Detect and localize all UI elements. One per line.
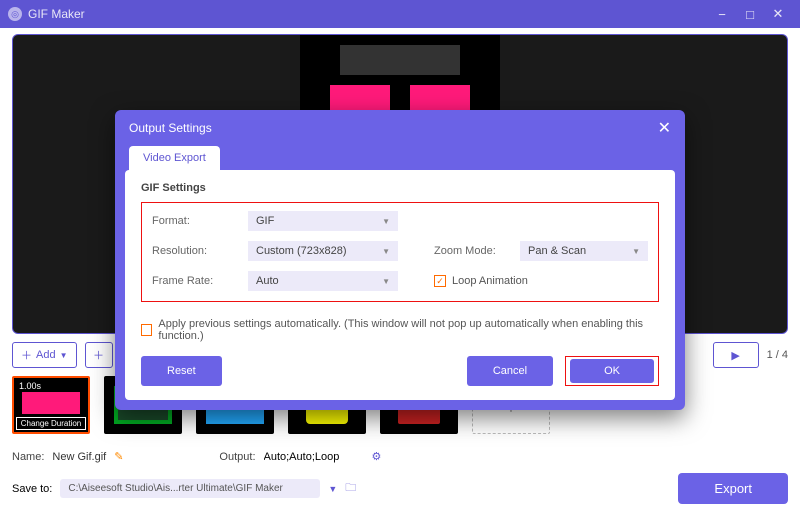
close-window-button[interactable]: ✕ bbox=[764, 6, 792, 22]
maximize-button[interactable]: □ bbox=[736, 7, 764, 22]
resolution-label: Resolution: bbox=[152, 245, 248, 257]
add-small-button[interactable]: ＋ bbox=[85, 342, 113, 368]
chevron-down-icon: ▼ bbox=[382, 247, 390, 256]
ok-highlight-box: OK bbox=[565, 356, 659, 386]
add-button[interactable]: ＋ Add ▼ bbox=[12, 342, 77, 368]
chevron-down-icon: ▼ bbox=[382, 277, 390, 286]
zoom-mode-select[interactable]: Pan & Scan▼ bbox=[520, 241, 648, 261]
checkmark-icon: ✓ bbox=[434, 275, 446, 287]
auto-apply-checkbox[interactable]: ✓ Apply previous settings automatically.… bbox=[141, 318, 659, 342]
dialog-title: Output Settings bbox=[129, 121, 212, 135]
chevron-down-icon: ▼ bbox=[632, 247, 640, 256]
plus-icon: ＋ bbox=[21, 347, 32, 363]
plus-icon: ＋ bbox=[93, 347, 104, 363]
pencil-icon[interactable]: ✎ bbox=[114, 450, 123, 463]
save-to-label: Save to: bbox=[12, 483, 52, 495]
ok-button[interactable]: OK bbox=[570, 359, 654, 383]
play-button[interactable]: ▶ bbox=[713, 342, 759, 368]
folder-icon[interactable]: 🗀 bbox=[345, 479, 356, 498]
format-select[interactable]: GIF▼ bbox=[248, 211, 398, 231]
resolution-select[interactable]: Custom (723x828)▼ bbox=[248, 241, 398, 261]
chevron-down-icon[interactable]: ▼ bbox=[328, 484, 337, 494]
title-bar: ◎ GIF Maker − □ ✕ bbox=[0, 0, 800, 28]
zoom-mode-label: Zoom Mode: bbox=[434, 245, 520, 257]
minimize-button[interactable]: − bbox=[708, 7, 736, 22]
export-button[interactable]: Export bbox=[678, 473, 788, 504]
gif-settings-heading: GIF Settings bbox=[141, 182, 659, 194]
add-label: Add bbox=[36, 349, 56, 361]
duration-label: 1.00s bbox=[16, 380, 44, 392]
framerate-label: Frame Rate: bbox=[152, 275, 248, 287]
reset-button[interactable]: Reset bbox=[141, 356, 222, 386]
name-label: Name: bbox=[12, 451, 44, 463]
save-path[interactable]: C:\Aiseesoft Studio\Ais...rter Ultimate\… bbox=[60, 479, 320, 498]
format-label: Format: bbox=[152, 215, 248, 227]
thumbnail-item[interactable]: 1.00s Change Duration bbox=[12, 376, 90, 434]
chevron-down-icon: ▼ bbox=[382, 217, 390, 226]
settings-highlight-box: Format: GIF▼ Resolution: Custom (723x828… bbox=[141, 202, 659, 302]
gear-icon[interactable]: ⚙ bbox=[372, 450, 382, 463]
chevron-down-icon: ▼ bbox=[60, 351, 68, 360]
output-label: Output: bbox=[219, 451, 255, 463]
app-title: GIF Maker bbox=[28, 7, 708, 21]
name-output-row: Name: New Gif.gif ✎ Output: ⚙ bbox=[12, 450, 788, 463]
tab-video-export[interactable]: Video Export bbox=[129, 146, 220, 170]
close-icon[interactable]: ✕ bbox=[658, 118, 671, 138]
name-value: New Gif.gif bbox=[52, 451, 106, 463]
cancel-button[interactable]: Cancel bbox=[467, 356, 553, 386]
play-icon: ▶ bbox=[731, 349, 739, 362]
output-settings-dialog: Output Settings ✕ Video Export GIF Setti… bbox=[115, 110, 685, 410]
checkbox-empty-icon: ✓ bbox=[141, 324, 152, 336]
framerate-select[interactable]: Auto▼ bbox=[248, 271, 398, 291]
page-indicator: 1 / 4 bbox=[767, 349, 788, 361]
loop-animation-checkbox[interactable]: ✓ Loop Animation bbox=[434, 275, 528, 287]
app-logo-icon: ◎ bbox=[8, 7, 22, 21]
output-value[interactable] bbox=[264, 451, 364, 463]
save-row: Save to: C:\Aiseesoft Studio\Ais...rter … bbox=[12, 473, 788, 504]
change-duration-button[interactable]: Change Duration bbox=[16, 417, 86, 430]
